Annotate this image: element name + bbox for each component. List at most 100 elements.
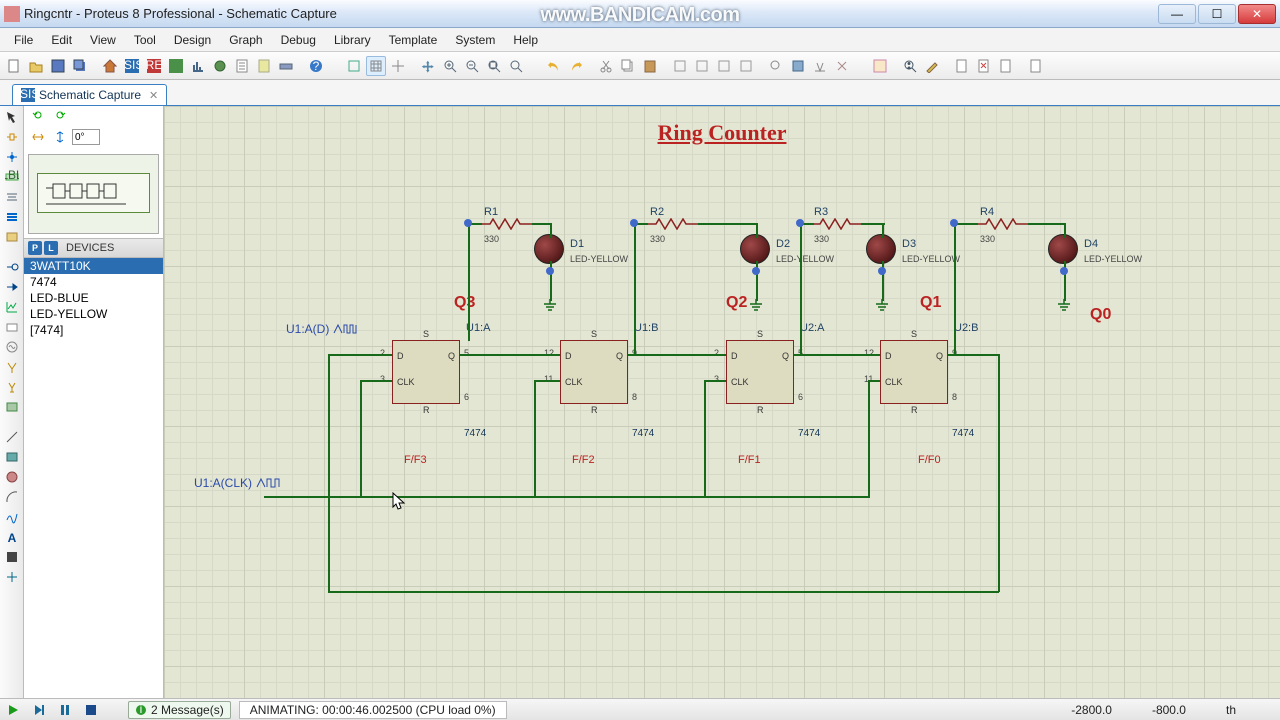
instr-button[interactable]	[2, 398, 22, 416]
undo-button[interactable]	[544, 56, 564, 76]
line-2d-button[interactable]	[2, 428, 22, 446]
subcircuit-mode-button[interactable]	[2, 228, 22, 246]
prop-button[interactable]	[922, 56, 942, 76]
gerb-button[interactable]	[254, 56, 274, 76]
cut-button[interactable]	[596, 56, 616, 76]
menu-debug[interactable]: Debug	[273, 31, 324, 49]
flip-h-button[interactable]	[28, 128, 48, 146]
isis-button[interactable]: ISIS	[122, 56, 142, 76]
zoom-in-button[interactable]	[440, 56, 460, 76]
menu-view[interactable]: View	[82, 31, 124, 49]
chart-button[interactable]	[188, 56, 208, 76]
block-copy-button[interactable]	[670, 56, 690, 76]
pin-mode-button[interactable]	[2, 278, 22, 296]
symbol-2d-button[interactable]	[2, 548, 22, 566]
zoom-out-button[interactable]	[462, 56, 482, 76]
redo-button[interactable]	[566, 56, 586, 76]
menu-help[interactable]: Help	[505, 31, 546, 49]
tab-schematic[interactable]: ISIS Schematic Capture ✕	[12, 84, 167, 105]
zoom-all-button[interactable]	[484, 56, 504, 76]
pick-device-button[interactable]: P	[28, 241, 42, 255]
play-button[interactable]	[4, 702, 22, 718]
3d-button[interactable]	[166, 56, 186, 76]
bus-mode-button[interactable]	[2, 208, 22, 226]
menu-library[interactable]: Library	[326, 31, 379, 49]
flip-v-button[interactable]	[50, 128, 70, 146]
bom-button[interactable]	[232, 56, 252, 76]
rotation-input[interactable]	[72, 129, 100, 145]
device-item[interactable]: [7474]	[24, 322, 163, 338]
terminal-mode-button[interactable]	[2, 258, 22, 276]
exit-button[interactable]	[1026, 56, 1046, 76]
pause-button[interactable]	[56, 702, 74, 718]
save-button[interactable]	[48, 56, 68, 76]
package-button[interactable]	[810, 56, 830, 76]
make-button[interactable]	[788, 56, 808, 76]
device-item[interactable]: LED-YELLOW	[24, 306, 163, 322]
step-button[interactable]	[30, 702, 48, 718]
marker-2d-button[interactable]	[2, 568, 22, 586]
selection-mode-button[interactable]	[2, 108, 22, 126]
text-2d-button[interactable]: A	[2, 528, 22, 546]
maximize-button[interactable]: ☐	[1198, 4, 1236, 24]
open-button[interactable]	[26, 56, 46, 76]
menu-file[interactable]: File	[6, 31, 41, 49]
paste-button[interactable]	[640, 56, 660, 76]
block-delete-button[interactable]	[736, 56, 756, 76]
del-sheet-button[interactable]	[974, 56, 994, 76]
label-mode-button[interactable]: LBL	[2, 168, 22, 186]
probe-i-button[interactable]	[2, 378, 22, 396]
device-item[interactable]: 3WATT10K	[24, 258, 163, 274]
component-mode-button[interactable]	[2, 128, 22, 146]
menu-design[interactable]: Design	[166, 31, 219, 49]
home-button[interactable]	[100, 56, 120, 76]
device-item[interactable]: LED-BLUE	[24, 290, 163, 306]
zoom-area-button[interactable]	[506, 56, 526, 76]
text-mode-button[interactable]	[2, 188, 22, 206]
generator-mode-button[interactable]	[2, 338, 22, 356]
ares-button[interactable]: ARES	[144, 56, 164, 76]
graph-mode-button[interactable]	[2, 298, 22, 316]
close-button[interactable]: ✕	[1238, 4, 1276, 24]
search-button[interactable]	[900, 56, 920, 76]
probe-v-button[interactable]	[2, 358, 22, 376]
circle-2d-button[interactable]	[2, 468, 22, 486]
help-button[interactable]: ?	[306, 56, 326, 76]
debug-button[interactable]	[276, 56, 296, 76]
pick-button[interactable]	[766, 56, 786, 76]
menu-system[interactable]: System	[447, 31, 503, 49]
tape-mode-button[interactable]	[2, 318, 22, 336]
devices-list[interactable]: 3WATT10K 7474 LED-BLUE LED-YELLOW [7474]	[24, 258, 163, 698]
new-sheet-button[interactable]	[952, 56, 972, 76]
junction-mode-button[interactable]	[2, 148, 22, 166]
rotate-cw-button[interactable]	[50, 106, 70, 124]
block-move-button[interactable]	[692, 56, 712, 76]
redraw-button[interactable]	[344, 56, 364, 76]
menu-template[interactable]: Template	[381, 31, 446, 49]
message-box[interactable]: i 2 Message(s)	[128, 701, 231, 719]
save-all-button[interactable]	[70, 56, 90, 76]
goto-sheet-button[interactable]	[996, 56, 1016, 76]
path-2d-button[interactable]	[2, 508, 22, 526]
grid-button[interactable]	[366, 56, 386, 76]
origin-button[interactable]	[388, 56, 408, 76]
copy-button[interactable]	[618, 56, 638, 76]
menu-graph[interactable]: Graph	[221, 31, 270, 49]
vsm-button[interactable]	[210, 56, 230, 76]
new-button[interactable]	[4, 56, 24, 76]
rotate-ccw-button[interactable]	[28, 106, 48, 124]
overview-panel[interactable]	[28, 154, 159, 234]
device-item[interactable]: 7474	[24, 274, 163, 290]
decomp-button[interactable]	[832, 56, 852, 76]
minimize-button[interactable]: —	[1158, 4, 1196, 24]
box-2d-button[interactable]	[2, 448, 22, 466]
menu-tool[interactable]: Tool	[126, 31, 164, 49]
stop-button[interactable]	[82, 702, 100, 718]
lib-device-button[interactable]: L	[44, 241, 58, 255]
block-rotate-button[interactable]	[714, 56, 734, 76]
wire-style-button[interactable]	[870, 56, 890, 76]
pan-button[interactable]	[418, 56, 438, 76]
arc-2d-button[interactable]	[2, 488, 22, 506]
menu-edit[interactable]: Edit	[43, 31, 80, 49]
tab-close-button[interactable]: ✕	[149, 89, 158, 102]
